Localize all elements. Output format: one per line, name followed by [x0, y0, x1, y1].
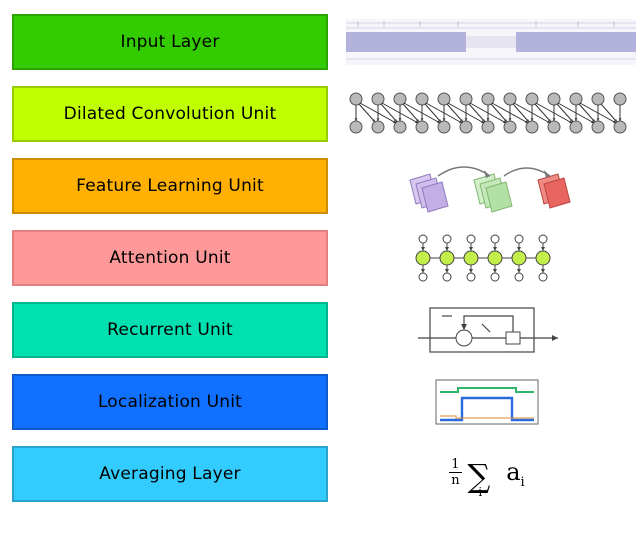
row-recurrent: Recurrent Unit [12, 298, 628, 362]
fraction: 1 n [449, 458, 461, 487]
row-dilated-conv: Dilated Convolution Unit [12, 82, 628, 146]
attention-icon [407, 229, 567, 287]
summand-sub: i [521, 475, 525, 490]
block-label: Recurrent Unit [107, 320, 233, 340]
block-dilated-conv: Dilated Convolution Unit [12, 86, 328, 142]
row-averaging: Averaging Layer 1 n ∑ i ai [12, 442, 628, 506]
illus-dilated-conv [346, 82, 640, 146]
feature-stacks-icon [392, 156, 582, 216]
summand-var: a [506, 458, 520, 486]
block-recurrent: Recurrent Unit [12, 302, 328, 358]
frac-numer: 1 [449, 458, 461, 473]
block-averaging: Averaging Layer [12, 446, 328, 502]
illus-recurrent [346, 298, 628, 362]
frac-denom: n [451, 473, 459, 487]
block-label: Feature Learning Unit [76, 176, 264, 196]
recurrent-cell-icon [412, 302, 562, 358]
illus-localization [346, 370, 628, 434]
row-localization: Localization Unit [12, 370, 628, 434]
spectrogram-icon [346, 19, 636, 65]
block-label: Dilated Convolution Unit [64, 104, 277, 124]
block-label: Localization Unit [98, 392, 242, 412]
dilated-conv-icon [346, 87, 640, 141]
block-feature-learning: Feature Learning Unit [12, 158, 328, 214]
block-label: Attention Unit [109, 248, 230, 268]
illus-feature-learning [346, 154, 628, 218]
block-localization: Localization Unit [12, 374, 328, 430]
block-input-layer: Input Layer [12, 14, 328, 70]
block-label: Input Layer [120, 32, 219, 52]
block-label: Averaging Layer [99, 464, 240, 484]
block-attention: Attention Unit [12, 230, 328, 286]
summand: ai [506, 458, 524, 490]
illus-attention [346, 226, 628, 290]
illus-averaging-formula: 1 n ∑ i ai [346, 442, 628, 506]
row-input-layer: Input Layer [12, 10, 628, 74]
row-feature-learning: Feature Learning Unit [12, 154, 628, 218]
localization-plot-icon [432, 376, 542, 428]
averaging-formula: 1 n ∑ i ai [449, 455, 524, 493]
sigma-index: i [478, 485, 482, 499]
row-attention: Attention Unit [12, 226, 628, 290]
illus-spectrogram [346, 10, 636, 74]
